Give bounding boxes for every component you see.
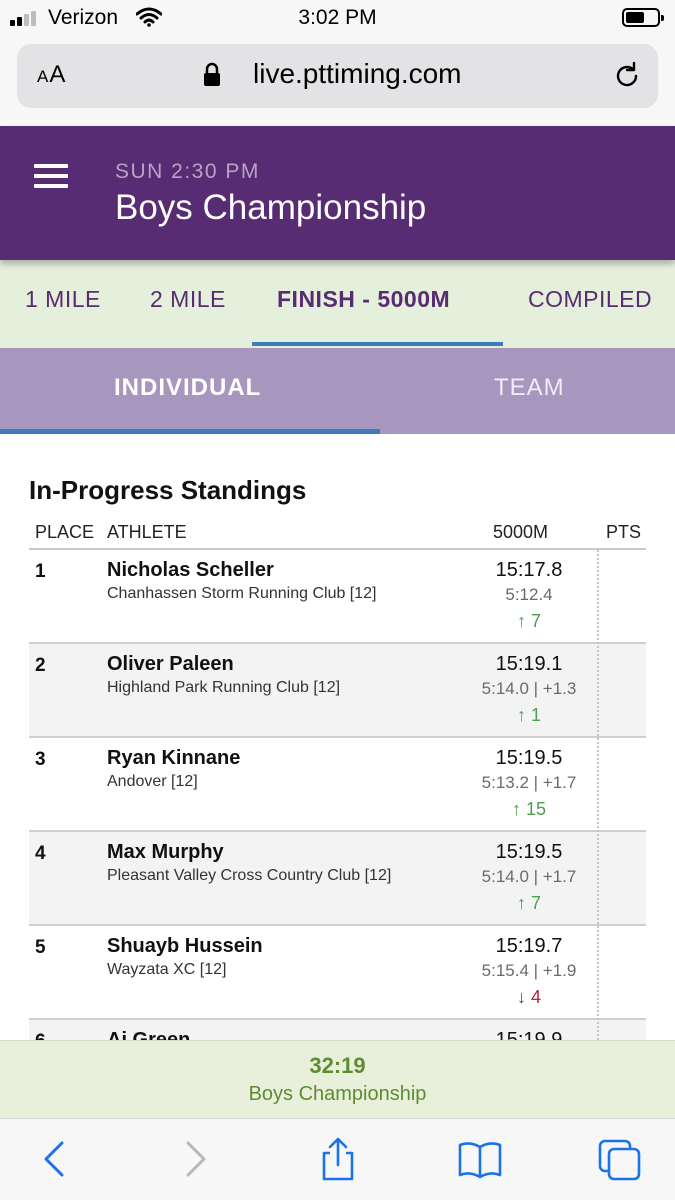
position-change: ↑ 7 (516, 893, 541, 913)
split-tabs: 1 MILE 2 MILE FINISH - 5000M COMPILED (0, 260, 675, 348)
split-time: 5:12.4 (505, 585, 553, 604)
finish-time: 15:19.9 (495, 1029, 563, 1040)
tabs-icon[interactable] (598, 1137, 642, 1181)
place: 3 (35, 749, 46, 770)
app-header: SUN 2:30 PM Boys Championship (0, 126, 675, 260)
place: 4 (35, 843, 46, 864)
share-icon[interactable] (316, 1137, 360, 1181)
split-time: 5:14.0 | +1.7 (481, 867, 577, 886)
standings-title: In-Progress Standings (29, 475, 307, 505)
reload-icon[interactable] (611, 60, 643, 92)
athlete-club: Pleasant Valley Cross Country Club [12] (107, 867, 392, 884)
place: 6 (35, 1031, 46, 1040)
split-time: 5:15.4 | +1.9 (481, 961, 577, 980)
points-column-divider (597, 550, 599, 1040)
status-bar: Verizon 3:02 PM (0, 0, 675, 38)
race-clock-bar: 32:19 Boys Championship (0, 1040, 675, 1118)
tab-1-mile[interactable]: 1 MILE (25, 286, 101, 313)
position-change: ↑ 7 (516, 611, 541, 631)
tab-team[interactable]: TEAM (494, 374, 565, 402)
bookmarks-icon[interactable] (458, 1137, 502, 1181)
lock-icon (204, 62, 220, 86)
table-row[interactable]: 3 Ryan Kinnane Andover [12] 15:19.5 5:13… (29, 738, 646, 832)
table-row[interactable]: 6 Aj Green 15:19.9 (29, 1020, 646, 1040)
place: 5 (35, 937, 46, 958)
tab-finish-5000m[interactable]: FINISH - 5000M (277, 286, 450, 313)
active-view-indicator (0, 429, 380, 434)
active-tab-indicator (252, 342, 503, 346)
position-change: ↑ 1 (516, 705, 541, 725)
finish-time: 15:17.8 (495, 559, 563, 581)
athlete-name: Aj Green (107, 1029, 191, 1040)
table-row[interactable]: 1 Nicholas Scheller Chanhassen Storm Run… (29, 550, 646, 644)
place: 1 (35, 561, 46, 582)
athlete-name: Oliver Paleen (107, 653, 234, 675)
race-clock-time: 32:19 (309, 1053, 366, 1078)
athlete-club: Chanhassen Storm Running Club [12] (107, 585, 377, 602)
view-tabs: INDIVIDUAL TEAM (0, 348, 675, 434)
finish-time: 15:19.1 (495, 653, 563, 675)
position-change: ↓ 4 (516, 987, 541, 1007)
text-size-button[interactable]: AA (37, 61, 66, 89)
back-icon[interactable] (32, 1137, 76, 1181)
athlete-name: Shuayb Hussein (107, 935, 263, 957)
position-change: ↑ 15 (511, 799, 547, 819)
browser-address-area: AA live.pttiming.com (0, 38, 675, 126)
athlete-club: Highland Park Running Club [12] (107, 679, 341, 696)
status-time: 3:02 PM (298, 6, 377, 29)
race-clock-name: Boys Championship (248, 1083, 427, 1105)
battery-icon (622, 8, 664, 27)
address-bar[interactable]: AA live.pttiming.com (17, 44, 658, 108)
split-time: 5:14.0 | +1.3 (481, 679, 577, 698)
column-header-split: 5000M (493, 522, 549, 542)
split-time: 5:13.2 | +1.7 (481, 773, 577, 792)
athlete-club: Andover [12] (107, 773, 198, 790)
tab-2-mile[interactable]: 2 MILE (150, 286, 226, 313)
table-row[interactable]: 5 Shuayb Hussein Wayzata XC [12] 15:19.7… (29, 926, 646, 1020)
tab-compiled[interactable]: COMPILED (528, 286, 652, 313)
column-header-points: PTS (606, 522, 642, 542)
athlete-name: Ryan Kinnane (107, 747, 241, 769)
menu-icon[interactable] (34, 164, 68, 188)
athlete-name: Max Murphy (107, 841, 224, 863)
table-row[interactable]: 2 Oliver Paleen Highland Park Running Cl… (29, 644, 646, 738)
url-text[interactable]: live.pttiming.com (253, 58, 462, 90)
browser-toolbar (0, 1118, 675, 1200)
column-header-place: PLACE (35, 522, 95, 542)
finish-time: 15:19.7 (495, 935, 563, 957)
forward-icon[interactable] (174, 1137, 218, 1181)
place: 2 (35, 655, 46, 676)
event-time: SUN 2:30 PM (115, 160, 260, 183)
page-title: Boys Championship (115, 188, 427, 227)
finish-time: 15:19.5 (495, 747, 563, 769)
athlete-club: Wayzata XC [12] (107, 961, 227, 978)
column-header-athlete: ATHLETE (107, 522, 187, 542)
table-row[interactable]: 4 Max Murphy Pleasant Valley Cross Count… (29, 832, 646, 926)
athlete-name: Nicholas Scheller (107, 559, 274, 581)
tab-individual[interactable]: INDIVIDUAL (114, 374, 261, 402)
finish-time: 15:19.5 (495, 841, 563, 863)
standings-table: 1 Nicholas Scheller Chanhassen Storm Run… (29, 550, 646, 1040)
